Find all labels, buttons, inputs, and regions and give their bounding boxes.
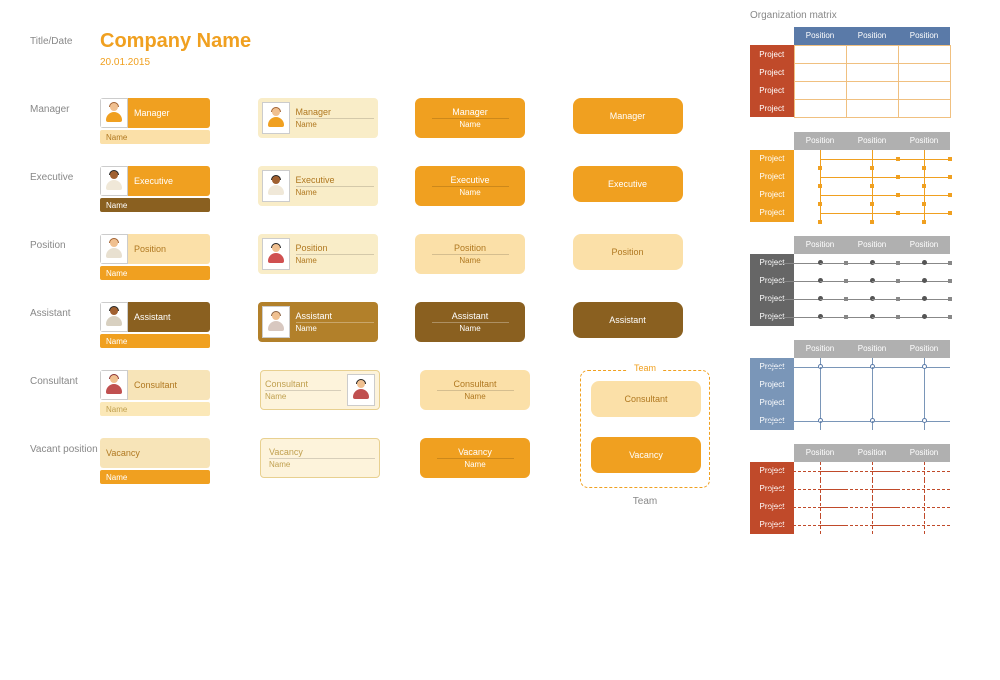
- name-bar: Name: [100, 402, 210, 416]
- row-label-manager: Manager: [30, 98, 100, 115]
- position-card-twoline[interactable]: PositionName: [415, 234, 525, 274]
- matrix-arrows-nodes[interactable]: PositionPositionPosition Project Project…: [750, 236, 990, 326]
- manager-card-simple[interactable]: Manager: [573, 98, 683, 134]
- matrix-title: Organization matrix: [750, 10, 990, 21]
- name-bar: Name: [100, 266, 210, 280]
- executive-card-light[interactable]: ExecutiveName: [258, 166, 378, 206]
- assistant-card-simple[interactable]: Assistant: [573, 302, 683, 338]
- avatar-icon: [262, 238, 290, 270]
- matrix-open-nodes[interactable]: PositionPositionPosition Project Project…: [750, 340, 990, 430]
- matrix-grid-basic[interactable]: PositionPositionPosition Project Project…: [750, 27, 990, 118]
- team-group[interactable]: Team Consultant Vacancy: [580, 370, 710, 488]
- avatar-icon: [100, 302, 128, 332]
- matrix-arrows-orange[interactable]: PositionPositionPosition Project Project…: [750, 132, 990, 222]
- name-bar: Name: [100, 334, 210, 348]
- executive-card-photo-solid[interactable]: Executive Name: [100, 166, 210, 212]
- title-date-label: Title/Date: [30, 30, 100, 47]
- consultant-card-photo-solid[interactable]: Consultant Name: [100, 370, 210, 416]
- name-bar: Name: [100, 470, 210, 484]
- row-label-position: Position: [30, 234, 100, 251]
- position-card-light[interactable]: PositionName: [258, 234, 378, 274]
- vacancy-card-solid[interactable]: Vacancy Name: [100, 438, 210, 484]
- position-card-simple[interactable]: Position: [573, 234, 683, 270]
- avatar-icon: [100, 98, 128, 128]
- executive-card-twoline[interactable]: ExecutiveName: [415, 166, 525, 206]
- assistant-card-twoline[interactable]: AssistantName: [415, 302, 525, 342]
- avatar-icon: [347, 374, 375, 406]
- consultant-card-light[interactable]: ConsultantName: [260, 370, 380, 410]
- name-bar: Name: [100, 198, 210, 212]
- manager-card-light[interactable]: ManagerName: [258, 98, 378, 138]
- avatar-icon: [100, 166, 128, 196]
- avatar-icon: [100, 234, 128, 264]
- row-label-vacancy: Vacant position: [30, 438, 100, 455]
- executive-card-simple[interactable]: Executive: [573, 166, 683, 202]
- vacancy-card-simple[interactable]: Vacancy: [591, 437, 701, 473]
- manager-card-twoline[interactable]: ManagerName: [415, 98, 525, 138]
- avatar-icon: [262, 306, 290, 338]
- team-label: Team: [628, 363, 662, 373]
- row-label-executive: Executive: [30, 166, 100, 183]
- team-caption: Team: [580, 496, 710, 507]
- assistant-card-light[interactable]: AssistantName: [258, 302, 378, 342]
- row-label-consultant: Consultant: [30, 370, 100, 387]
- name-bar: Name: [100, 130, 210, 144]
- consultant-card-twoline[interactable]: ConsultantName: [420, 370, 530, 410]
- consultant-card-simple[interactable]: Consultant: [591, 381, 701, 417]
- avatar-icon: [262, 170, 290, 202]
- manager-card-photo-solid[interactable]: Manager Name: [100, 98, 210, 144]
- vacancy-card-light[interactable]: VacancyName: [260, 438, 380, 478]
- avatar-icon: [262, 102, 290, 134]
- matrix-position-header: Position: [794, 27, 846, 45]
- avatar-icon: [100, 370, 128, 400]
- vacancy-card-twoline[interactable]: VacancyName: [420, 438, 530, 478]
- company-name: Company Name: [100, 30, 251, 53]
- matrix-project-row: Project: [750, 45, 794, 63]
- assistant-card-photo-solid[interactable]: Assistant Name: [100, 302, 210, 348]
- company-date: 20.01.2015: [100, 57, 251, 68]
- matrix-dashed[interactable]: PositionPositionPosition Project Project…: [750, 444, 990, 534]
- row-label-assistant: Assistant: [30, 302, 100, 319]
- position-card-photo-solid[interactable]: Position Name: [100, 234, 210, 280]
